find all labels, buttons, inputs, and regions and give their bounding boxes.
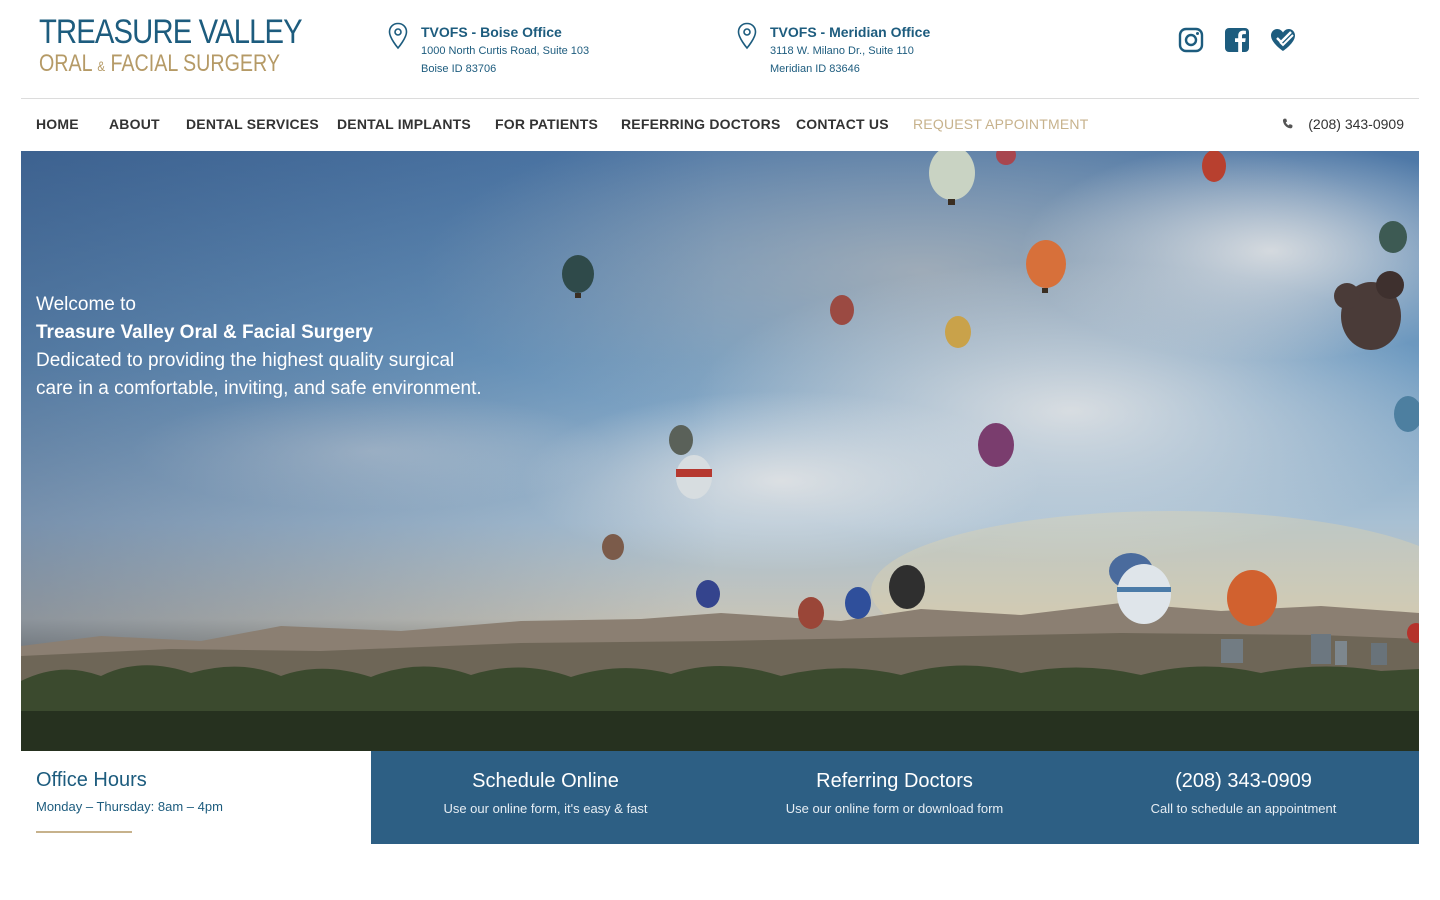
cta-subtitle: Call to schedule an appointment bbox=[1150, 801, 1337, 816]
nav-phone-number: (208) 343-0909 bbox=[1308, 116, 1404, 132]
office-title: TVOFS - Meridian Office bbox=[770, 24, 931, 40]
main-nav: HOME ABOUT DENTAL SERVICES DENTAL IMPLAN… bbox=[21, 99, 1419, 151]
office-address: 1000 North Curtis Road, Suite 103 bbox=[421, 45, 590, 57]
office-hours-title: Office Hours bbox=[36, 769, 147, 791]
hero-image bbox=[21, 151, 1419, 751]
office-address: 3118 W. Milano Dr., Suite 110 bbox=[770, 45, 914, 57]
nav-request-appointment[interactable]: REQUEST APPOINTMENT bbox=[913, 116, 1088, 132]
cta-call-phone[interactable]: (208) 343-0909 Call to schedule an appoi… bbox=[1069, 751, 1418, 844]
nav-dental-implants[interactable]: DENTAL IMPLANTS bbox=[337, 116, 471, 132]
office-city: Boise ID 83706 bbox=[421, 63, 497, 75]
divider bbox=[36, 831, 132, 833]
cta-title: Referring Doctors bbox=[816, 770, 973, 792]
instagram-icon[interactable] bbox=[1177, 26, 1205, 54]
office-hours: Office Hours Monday – Thursday: 8am – 4p… bbox=[21, 751, 371, 844]
nav-home[interactable]: HOME bbox=[36, 116, 79, 132]
cta-subtitle: Use our online form or download form bbox=[785, 801, 1004, 816]
hero-tagline: Dedicated to providing the highest quali… bbox=[36, 350, 482, 399]
healthgrades-icon[interactable] bbox=[1269, 26, 1297, 54]
office-city: Meridian ID 83646 bbox=[770, 63, 860, 75]
facebook-icon[interactable] bbox=[1223, 26, 1251, 54]
logo-title: TREASURE VALLEY bbox=[39, 13, 303, 51]
logo-subtitle: ORAL & FACIAL SURGERY bbox=[39, 50, 280, 77]
nav-phone[interactable]: (208) 343-0909 bbox=[1282, 116, 1404, 132]
map-pin-icon bbox=[737, 22, 757, 50]
map-pin-icon bbox=[388, 22, 408, 50]
cta-subtitle: Use our online form, it's easy & fast bbox=[443, 801, 648, 816]
nav-for-patients[interactable]: FOR PATIENTS bbox=[495, 116, 598, 132]
nav-about[interactable]: ABOUT bbox=[109, 116, 160, 132]
office-title: TVOFS - Boise Office bbox=[421, 24, 562, 40]
site-header: TREASURE VALLEY ORAL & FACIAL SURGERY TV… bbox=[21, 0, 1419, 99]
cta-title: Schedule Online bbox=[472, 770, 619, 792]
hero-practice-name: Treasure Valley Oral & Facial Surgery bbox=[36, 322, 373, 343]
cta-schedule-online[interactable]: Schedule Online Use our online form, it'… bbox=[371, 751, 720, 844]
nav-referring-doctors[interactable]: REFERRING DOCTORS bbox=[621, 116, 781, 132]
cta-referring-doctors[interactable]: Referring Doctors Use our online form or… bbox=[720, 751, 1069, 844]
phone-icon bbox=[1283, 118, 1293, 129]
cta-bar: Schedule Online Use our online form, it'… bbox=[371, 751, 1419, 844]
nav-dental-services[interactable]: DENTAL SERVICES bbox=[186, 116, 319, 132]
site-logo[interactable]: TREASURE VALLEY ORAL & FACIAL SURGERY bbox=[39, 13, 303, 79]
cta-title: (208) 343-0909 bbox=[1175, 770, 1312, 792]
hero-intro: Welcome to Treasure Valley Oral & Facial… bbox=[36, 291, 486, 403]
nav-contact-us[interactable]: CONTACT US bbox=[796, 116, 889, 132]
hero-welcome: Welcome to bbox=[36, 294, 136, 315]
hero-banner: Welcome to Treasure Valley Oral & Facial… bbox=[21, 151, 1419, 751]
office-hours-times: Monday – Thursday: 8am – 4pm bbox=[36, 799, 223, 814]
